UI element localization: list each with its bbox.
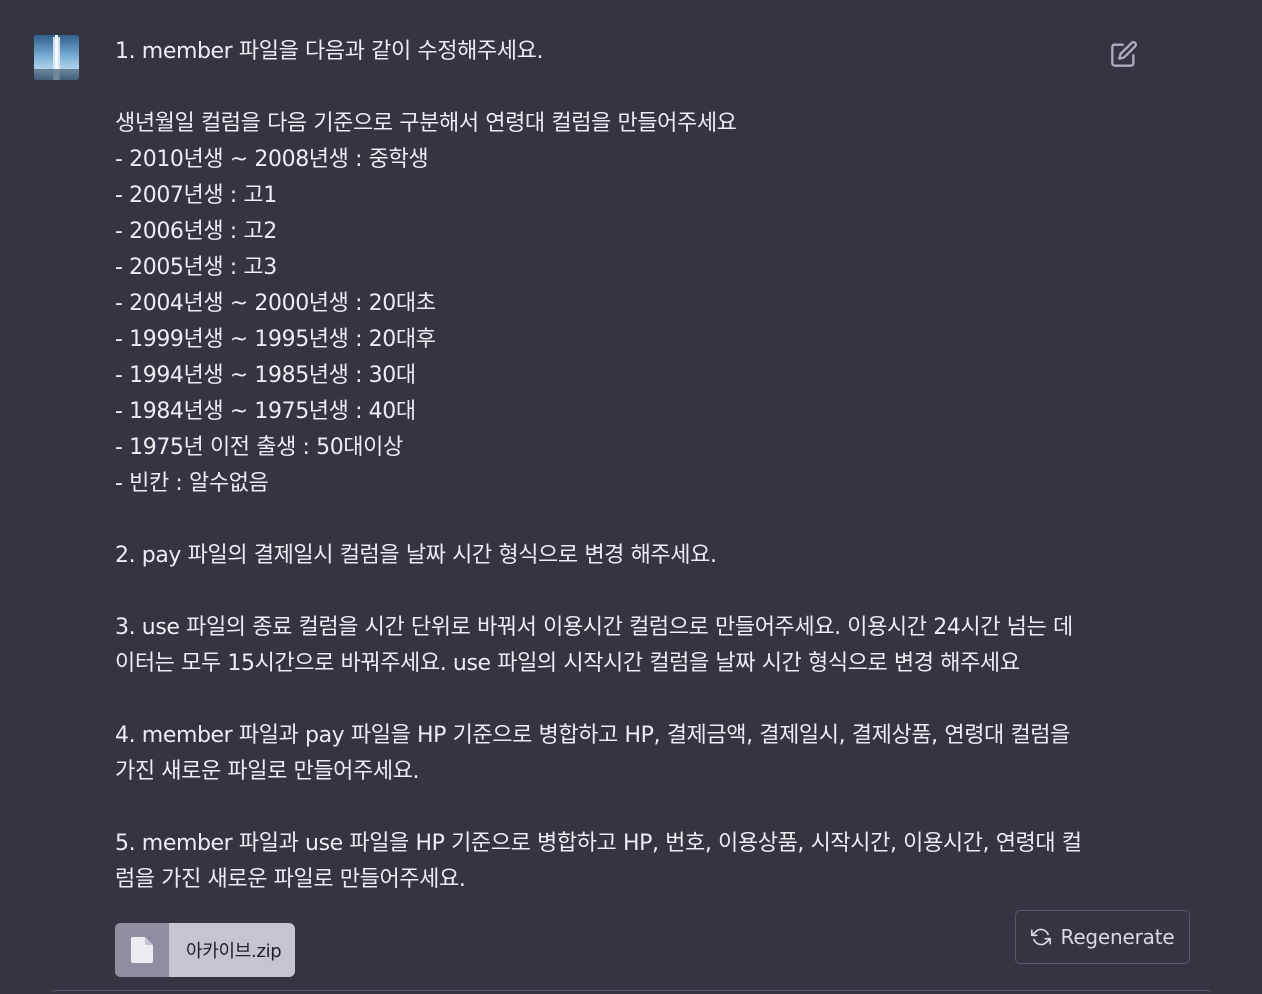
edit-icon[interactable] [1110, 40, 1138, 68]
message-line: 럼을 가진 새로운 파일로 만들어주세요. [115, 867, 466, 892]
avatar-image [34, 35, 79, 80]
message-line: - 2006년생 : 고2 [115, 219, 277, 244]
chat-page: 1. member 파일을 다음과 같이 수정해주세요. 생년월일 컬럼을 다음 … [0, 0, 1262, 994]
message-line: - 1984년생 ~ 1975년생 : 40대 [115, 399, 416, 424]
regenerate-label: Regenerate [1060, 925, 1175, 949]
message-line: 1. member 파일을 다음과 같이 수정해주세요. [115, 39, 544, 64]
message-line: 생년월일 컬럼을 다음 기준으로 구분해서 연령대 컬럼을 만들어주세요 [115, 111, 737, 136]
user-avatar [34, 35, 79, 80]
message-line: - 1999년생 ~ 1995년생 : 20대후 [115, 327, 436, 352]
message-line: - 2005년생 : 고3 [115, 255, 277, 280]
file-icon [131, 937, 153, 963]
message-line: - 2004년생 ~ 2000년생 : 20대초 [115, 291, 436, 316]
regenerate-button[interactable]: Regenerate [1015, 910, 1190, 964]
file-attachment[interactable]: 아카이브.zip [115, 923, 295, 977]
message-line: - 1975년 이전 출생 : 50대이상 [115, 435, 403, 460]
message-line: 5. member 파일과 use 파일을 HP 기준으로 병합하고 HP, 번… [115, 831, 1082, 856]
refresh-icon [1030, 928, 1051, 946]
message-line: 가진 새로운 파일로 만들어주세요. [115, 759, 420, 784]
file-icon-box [115, 923, 169, 977]
user-message: 1. member 파일을 다음과 같이 수정해주세요. 생년월일 컬럼을 다음 … [115, 34, 1105, 898]
message-line: 이터는 모두 15시간으로 바꿔주세요. use 파일의 시작시간 컬럼을 날짜… [115, 651, 1020, 676]
message-line: 2. pay 파일의 결제일시 컬럼을 날짜 시간 형식으로 변경 해주세요. [115, 543, 717, 568]
message-line: - 1994년생 ~ 1985년생 : 30대 [115, 363, 416, 388]
message-line: 3. use 파일의 종료 컬럼을 시간 단위로 바꿔서 이용시간 컬럼으로 만… [115, 615, 1073, 640]
input-box-edge [50, 990, 1212, 994]
message-line: - 2010년생 ~ 2008년생 : 중학생 [115, 147, 429, 172]
message-line: - 빈칸 : 알수없음 [115, 471, 269, 496]
file-name: 아카이브.zip [186, 941, 282, 962]
message-line: 4. member 파일과 pay 파일을 HP 기준으로 병합하고 HP, 결… [115, 723, 1070, 748]
message-line: - 2007년생 : 고1 [115, 183, 277, 208]
